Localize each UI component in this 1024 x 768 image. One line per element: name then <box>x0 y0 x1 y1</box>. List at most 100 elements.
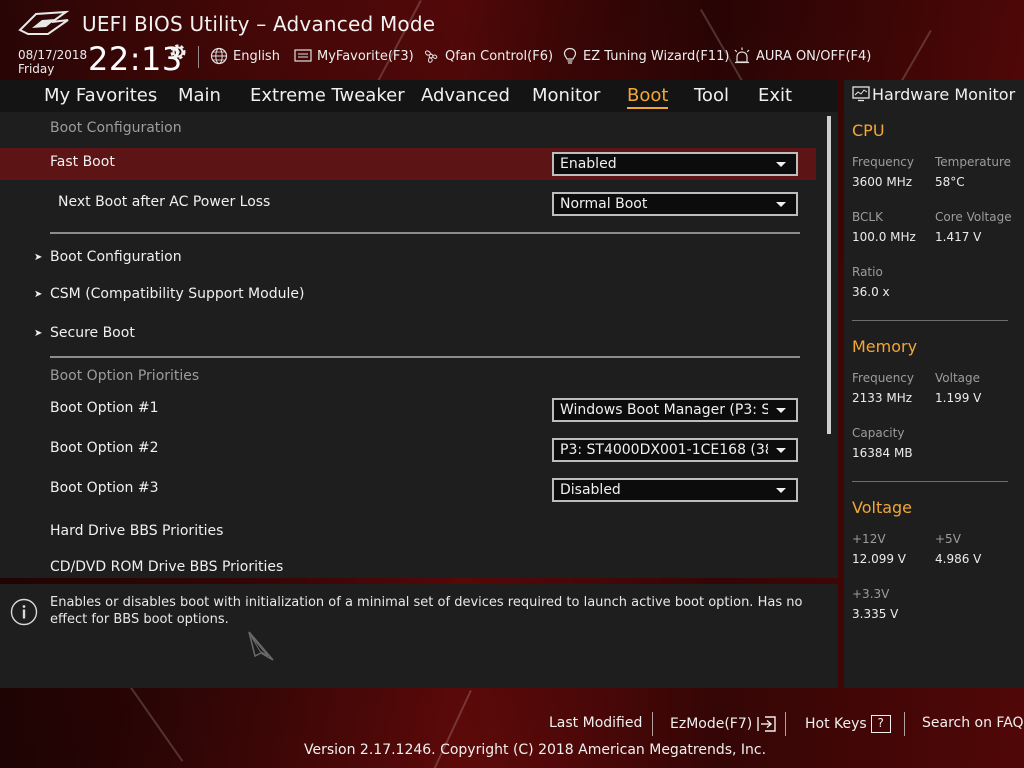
language-label: English <box>233 48 280 64</box>
ezmode-button[interactable]: EzMode(F7) <box>670 715 778 733</box>
header-divider <box>198 46 199 68</box>
fast-boot-value: Enabled <box>560 156 617 172</box>
aura-light-icon <box>734 47 750 64</box>
boot-option-2-label[interactable]: Boot Option #2 <box>50 440 159 456</box>
ratio-value: 36.0 x <box>852 285 890 299</box>
globe-icon <box>210 47 228 65</box>
scrollbar-thumb[interactable] <box>827 116 831 434</box>
tab-tool[interactable]: Tool <box>694 85 729 106</box>
info-icon <box>10 598 38 626</box>
boot-option-3-dropdown[interactable]: Disabled <box>552 478 798 502</box>
next-boot-ac-loss-value: Normal Boot <box>560 196 648 212</box>
bclk-value: 100.0 MHz <box>852 230 916 244</box>
help-description: Enables or disables boot with initializa… <box>50 595 803 627</box>
ez-tuning-wizard-button[interactable]: EZ Tuning Wizard(F11) <box>562 46 729 66</box>
fast-boot-dropdown[interactable]: Enabled <box>552 152 798 176</box>
boot-option-2-dropdown[interactable]: P3: ST4000DX001-1CE168 (3815 <box>552 438 798 462</box>
day-of-week: Friday <box>18 62 55 76</box>
tab-advanced[interactable]: Advanced <box>421 85 510 106</box>
keyboard-icon <box>294 49 312 62</box>
submenu-arrow-icon: ➤ <box>34 328 43 339</box>
tab-my-favorites[interactable]: My Favorites <box>44 85 157 106</box>
cpu-heading: CPU <box>852 121 885 140</box>
memory-frequency-value: 2133 MHz <box>852 391 913 405</box>
lightbulb-icon <box>563 47 577 64</box>
aura-label: AURA ON/OFF(F4) <box>756 48 872 64</box>
memory-voltage-label: Voltage <box>935 371 981 385</box>
qfan-control-button[interactable]: Qfan Control(F6) <box>422 46 553 66</box>
v5-value: 4.986 V <box>935 552 982 566</box>
hot-keys-label: Hot Keys <box>805 716 867 732</box>
last-modified-button[interactable]: Last Modified <box>549 715 642 731</box>
submenu-secure-boot[interactable]: Secure Boot <box>50 325 135 341</box>
v12-value: 12.099 V <box>852 552 907 566</box>
cpu-temperature-label: Temperature <box>935 155 1012 169</box>
ez-tuning-label: EZ Tuning Wizard(F11) <box>583 48 730 64</box>
section-boot-option-priorities: Boot Option Priorities <box>50 368 200 384</box>
section-boot-configuration: Boot Configuration <box>50 120 182 136</box>
monitor-divider <box>852 481 1008 482</box>
tab-monitor[interactable]: Monitor <box>532 85 600 106</box>
fan-icon <box>425 50 438 63</box>
core-voltage-label: Core Voltage <box>935 210 1012 224</box>
hardware-monitor-title: Hardware Monitor <box>872 85 1016 104</box>
clipped-row-container: CD/DVD ROM Drive BBS Priorities <box>0 552 820 578</box>
submenu-boot-configuration[interactable]: Boot Configuration <box>50 249 182 265</box>
footer-divider <box>904 712 905 736</box>
memory-capacity-label: Capacity <box>852 426 905 440</box>
cpu-temperature-value: 58°C <box>935 175 965 189</box>
memory-heading: Memory <box>852 337 918 356</box>
app-title: UEFI BIOS Utility – Advanced Mode <box>82 12 436 36</box>
boot-option-1-value: Windows Boot Manager (P3: ST4 <box>560 402 768 418</box>
hard-drive-bbs-priorities[interactable]: Hard Drive BBS Priorities <box>50 523 223 539</box>
monitor-divider <box>852 320 1008 321</box>
cpu-frequency-label: Frequency <box>852 155 914 169</box>
myfavorite-label: MyFavorite(F3) <box>317 48 414 64</box>
language-button[interactable]: English <box>210 46 280 66</box>
chevron-down-icon <box>776 408 786 413</box>
chevron-down-icon <box>776 202 786 207</box>
bclk-label: BCLK <box>852 210 883 224</box>
qfan-label: Qfan Control(F6) <box>445 48 554 64</box>
mouse-pointer-icon <box>248 631 274 661</box>
submenu-arrow-icon: ➤ <box>34 252 43 263</box>
tab-exit[interactable]: Exit <box>758 85 792 106</box>
gear-icon[interactable] <box>168 42 188 62</box>
core-voltage-value: 1.417 V <box>935 230 982 244</box>
search-faq-label: Search on FAQ <box>922 715 1024 731</box>
section-divider <box>50 232 800 234</box>
tab-main[interactable]: Main <box>178 85 221 106</box>
chevron-down-icon <box>776 448 786 453</box>
next-boot-ac-loss-label[interactable]: Next Boot after AC Power Loss <box>58 194 270 210</box>
rog-logo <box>18 10 70 35</box>
fast-boot-label[interactable]: Fast Boot <box>50 154 115 170</box>
footer-divider <box>785 712 786 736</box>
exit-arrow-icon <box>757 716 776 732</box>
tab-extreme-tweaker[interactable]: Extreme Tweaker <box>250 85 405 106</box>
boot-option-3-label[interactable]: Boot Option #3 <box>50 480 159 496</box>
boot-option-2-value: P3: ST4000DX001-1CE168 (3815 <box>560 442 768 458</box>
cd-dvd-bbs-priorities[interactable]: CD/DVD ROM Drive BBS Priorities <box>50 559 283 575</box>
date: 08/17/2018 <box>18 48 88 62</box>
myfavorite-button[interactable]: MyFavorite(F3) <box>294 46 414 66</box>
cpu-frequency-value: 3600 MHz <box>852 175 913 189</box>
submenu-csm[interactable]: CSM (Compatibility Support Module) <box>50 286 304 302</box>
ezmode-label: EzMode(F7) <box>670 716 753 732</box>
aura-toggle-button[interactable]: AURA ON/OFF(F4) <box>733 46 871 66</box>
question-key-icon: ? <box>870 715 891 733</box>
footer-divider <box>652 712 653 736</box>
memory-voltage-value: 1.199 V <box>935 391 982 405</box>
search-faq-button[interactable]: Search on FAQ <box>922 715 1024 731</box>
v12-label: +12V <box>852 532 886 546</box>
next-boot-ac-loss-dropdown[interactable]: Normal Boot <box>552 192 798 216</box>
section-divider <box>50 356 800 358</box>
submenu-arrow-icon: ➤ <box>34 289 43 300</box>
hot-keys-button[interactable]: Hot Keys ? <box>805 715 891 733</box>
v33-value: 3.335 V <box>852 607 899 621</box>
boot-option-1-dropdown[interactable]: Windows Boot Manager (P3: ST4 <box>552 398 798 422</box>
tab-boot[interactable]: Boot <box>627 85 669 109</box>
memory-capacity-value: 16384 MB <box>852 446 913 460</box>
boot-option-1-label[interactable]: Boot Option #1 <box>50 400 159 416</box>
boot-settings-panel <box>0 112 838 578</box>
voltage-heading: Voltage <box>852 498 913 517</box>
